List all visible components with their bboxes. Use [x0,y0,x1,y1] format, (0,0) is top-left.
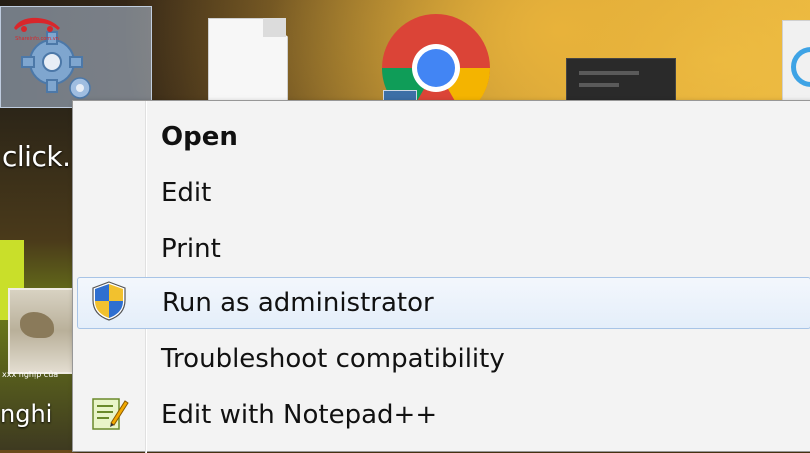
dark-app-icon[interactable] [566,58,676,106]
app-line [579,83,619,87]
menu-item-edit[interactable]: Edit [77,167,810,219]
watermark-text: Shareinfo.com.vn [15,36,59,42]
menu-item-run-as-administrator[interactable]: Run as administrator [77,277,810,329]
menu-item-label: Open [161,122,238,152]
ie-ring [791,47,810,87]
menu-item-edit-with-notepad[interactable]: Edit with Notepad++ [77,389,810,441]
uac-shield-icon [90,280,128,326]
ie-icon[interactable] [782,20,810,102]
notepad-plus-plus-icon [89,393,129,437]
document-fold [263,18,286,37]
car-logo-icon: Shareinfo.com.vn [8,12,66,42]
context-menu: Open Edit Print Run as administrator Tro… [72,100,810,453]
menu-item-print[interactable]: Print [77,223,810,275]
thumbnail-caption: xxx nghịp của [2,370,59,379]
app-line [579,71,639,75]
desktop-icon-label: click. [2,140,71,173]
menu-item-label: Edit [161,178,212,208]
menu-item-label: Run as administrator [162,288,434,318]
menu-item-troubleshoot-compatibility[interactable]: Troubleshoot compatibility [77,333,810,385]
desktop-label-partial: nghi [0,400,53,428]
menu-item-label: Troubleshoot compatibility [161,344,505,374]
menu-item-open[interactable]: Open [77,111,810,163]
photo-thumbnail[interactable] [8,288,76,374]
menu-item-label: Print [161,234,221,264]
dinosaur-image [20,312,54,338]
menu-item-label: Edit with Notepad++ [161,400,438,430]
